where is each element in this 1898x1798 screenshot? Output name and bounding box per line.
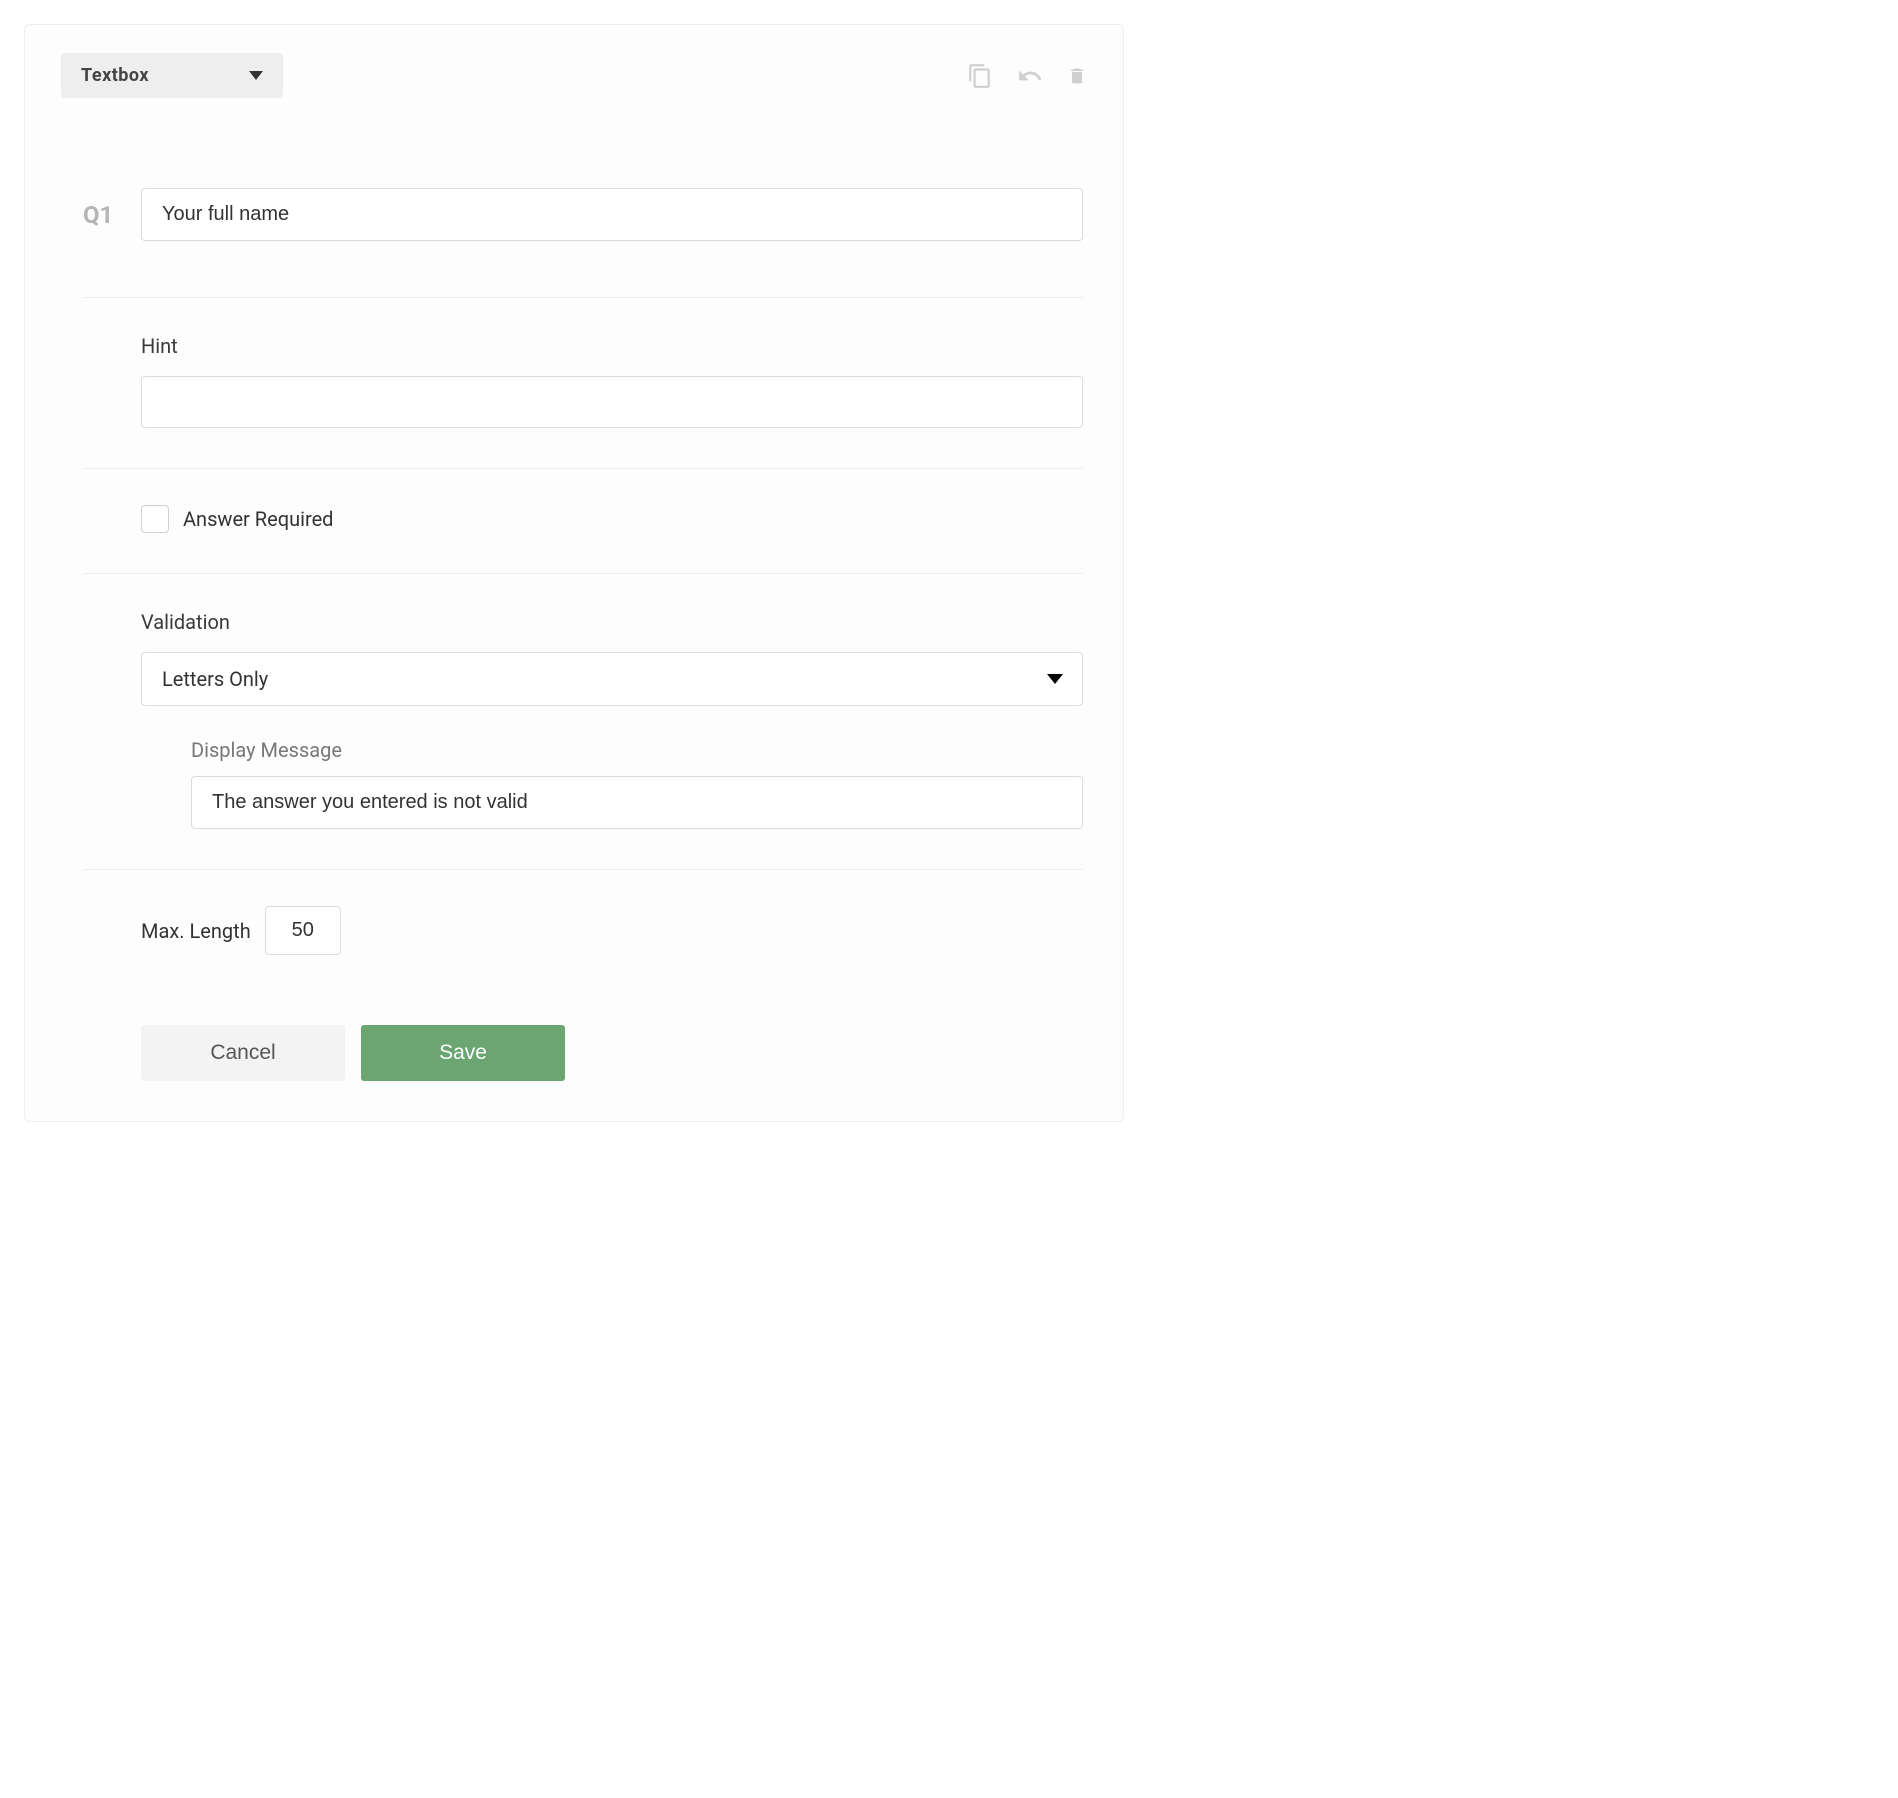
hint-input[interactable] xyxy=(141,376,1083,428)
editor-content: Q1 Hint Answer Required Validation Lette… xyxy=(61,188,1087,1081)
cancel-button[interactable]: Cancel xyxy=(141,1025,345,1081)
required-checkbox-row: Answer Required xyxy=(141,505,1083,533)
question-number-label: Q1 xyxy=(83,201,119,229)
question-editor-panel: Textbox Q1 Hint Answer Required xyxy=(24,24,1124,1122)
trash-icon[interactable] xyxy=(1067,63,1087,89)
max-length-input[interactable] xyxy=(265,906,341,955)
display-message-field: Display Message xyxy=(141,738,1083,829)
top-action-icons xyxy=(967,63,1087,89)
required-checkbox[interactable] xyxy=(141,505,169,533)
validation-label: Validation xyxy=(141,610,1083,634)
required-section: Answer Required xyxy=(83,468,1083,573)
question-row: Q1 xyxy=(83,188,1083,241)
validation-select-wrap: Letters Only xyxy=(141,652,1083,706)
question-text-input[interactable] xyxy=(141,188,1083,241)
copy-icon[interactable] xyxy=(967,63,993,89)
chevron-down-icon xyxy=(249,71,263,80)
hint-label: Hint xyxy=(141,334,1083,358)
save-button[interactable]: Save xyxy=(361,1025,565,1081)
question-type-selector[interactable]: Textbox xyxy=(61,53,283,98)
top-bar: Textbox xyxy=(61,53,1087,98)
display-message-label: Display Message xyxy=(191,738,1083,762)
display-message-input[interactable] xyxy=(191,776,1083,829)
required-label: Answer Required xyxy=(183,507,333,531)
validation-section: Validation Letters Only Display Message xyxy=(83,573,1083,869)
max-length-label: Max. Length xyxy=(141,919,251,943)
max-length-section: Max. Length xyxy=(83,869,1083,995)
validation-select[interactable]: Letters Only xyxy=(141,652,1083,706)
max-length-row: Max. Length xyxy=(141,906,1083,955)
undo-icon[interactable] xyxy=(1017,63,1043,89)
action-buttons: Cancel Save xyxy=(83,1025,1083,1081)
hint-section: Hint xyxy=(83,297,1083,468)
question-type-label: Textbox xyxy=(81,65,149,86)
